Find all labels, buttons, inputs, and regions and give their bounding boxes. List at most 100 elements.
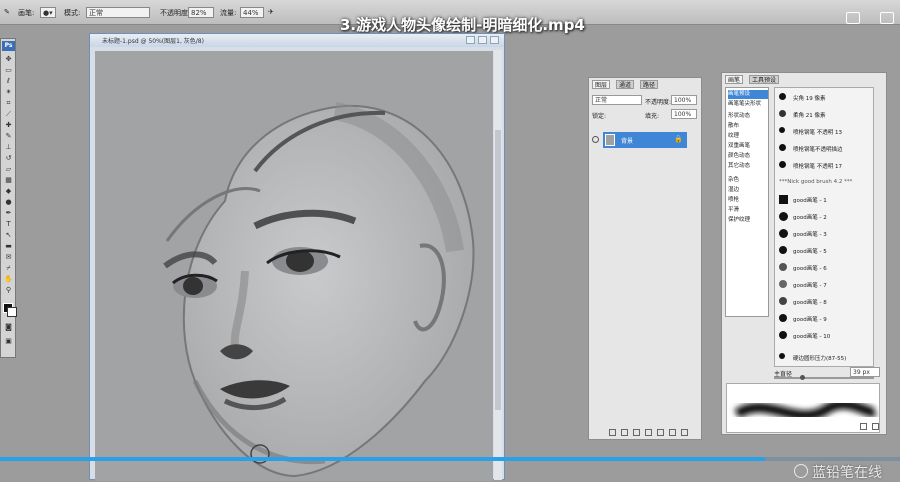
brush-setting-item[interactable]: 湿边	[728, 186, 768, 195]
layer-style-icon[interactable]	[621, 429, 628, 436]
move-tool-icon[interactable]: ✥	[4, 55, 13, 63]
brush-preset-item[interactable]: 硬边圆形压力(87-55)	[775, 350, 873, 365]
fullscreen-icon[interactable]	[880, 12, 894, 24]
diameter-slider-thumb[interactable]	[800, 375, 805, 380]
document-vertical-scrollbar[interactable]	[494, 50, 502, 480]
screen-mode-icon[interactable]: ▣	[4, 337, 13, 345]
brush-tip-icon	[779, 353, 785, 359]
link-layers-icon[interactable]	[609, 429, 616, 436]
airbrush-icon[interactable]: ✈	[268, 8, 274, 16]
brush-setting-item[interactable]: 杂色	[728, 176, 768, 185]
document-titlebar[interactable]: 未标题-1.psd @ 50%(图层1, 灰色/8)	[90, 34, 504, 47]
brush-preset-item[interactable]: good画笔 - 3	[775, 226, 873, 241]
document-title: 未标题-1.psd @ 50%(图层1, 灰色/8)	[102, 38, 204, 45]
brush-preset-item[interactable]: 喷枪钢笔 不透明 13	[775, 124, 873, 139]
blur-tool-icon[interactable]: ◆	[4, 187, 13, 195]
brush-preset-item[interactable]: 柔角 21 像素	[775, 107, 873, 122]
delete-layer-icon[interactable]	[681, 429, 688, 436]
toolbox: Ps ✥ ▭ ℓ ✶ ⌗ ⟋ ✚ ✎ ⊥ ↺ ▱ ▦ ◆ ● ✒ T ↖ ▬ ✉…	[0, 38, 17, 358]
brush-preset-item[interactable]: good画笔 - 10	[775, 328, 873, 343]
tab-channels[interactable]: 通道	[616, 80, 635, 89]
brush-preset-item[interactable]: good画笔 - 5	[775, 243, 873, 258]
brush-preset-item[interactable]: good画笔 - 8	[775, 294, 873, 309]
tab-brushes[interactable]: 画笔	[725, 75, 744, 84]
layer-opacity-label: 不透明度:	[645, 99, 672, 106]
shape-tool-icon[interactable]: ▬	[4, 242, 13, 250]
diameter-input[interactable]: 39 px	[850, 367, 880, 377]
brush-preset-item[interactable]: ***Nick good brush 4.2 ***	[775, 175, 873, 190]
brush-setting-item[interactable]: 画笔预设	[728, 90, 768, 99]
brush-setting-item[interactable]: 其它动态	[728, 162, 768, 171]
video-progress-bar[interactable]	[0, 457, 900, 461]
history-brush-tool-icon[interactable]: ↺	[4, 154, 13, 162]
brush-preset-item[interactable]: good画笔 - 2	[775, 209, 873, 224]
new-group-icon[interactable]	[657, 429, 664, 436]
slice-tool-icon[interactable]: ⟋	[4, 110, 13, 118]
fill-input[interactable]: 100%	[671, 109, 697, 119]
new-brush-icon[interactable]	[860, 423, 867, 430]
eraser-tool-icon[interactable]: ▱	[4, 165, 13, 173]
notes-tool-icon[interactable]: ✉	[4, 253, 13, 261]
mode-select[interactable]: 正常	[86, 7, 150, 18]
hand-tool-icon[interactable]: ✋	[4, 275, 13, 283]
brush-setting-item[interactable]: 保护纹理	[728, 216, 768, 225]
zoom-tool-icon[interactable]: ⚲	[4, 286, 13, 294]
tab-tool-presets[interactable]: 工具预设	[749, 75, 780, 84]
stamp-tool-icon[interactable]: ⊥	[4, 143, 13, 151]
brush-setting-item[interactable]: 平滑	[728, 206, 768, 215]
brush-setting-item[interactable]: 画笔笔尖形状	[728, 100, 768, 109]
brush-setting-item[interactable]: 颜色动态	[728, 152, 768, 161]
brush-preset-item[interactable]: 喷枪钢笔不透明描边	[775, 141, 873, 156]
type-tool-icon[interactable]: T	[4, 220, 13, 228]
ps-logo: Ps	[2, 41, 15, 51]
healing-tool-icon[interactable]: ✚	[4, 121, 13, 129]
eye-icon[interactable]	[592, 136, 599, 143]
minimize-button[interactable]	[466, 36, 475, 44]
adjustment-layer-icon[interactable]	[645, 429, 652, 436]
opacity-input[interactable]: 82%	[188, 7, 214, 18]
brush-preset-item[interactable]: 尖角 19 像素	[775, 90, 873, 105]
tab-layers[interactable]: 图层	[592, 80, 611, 89]
layer-mask-icon[interactable]	[633, 429, 640, 436]
flow-input[interactable]: 44%	[240, 7, 264, 18]
layer-opacity-input[interactable]: 100%	[671, 95, 697, 105]
blend-mode-select[interactable]: 正常	[592, 95, 642, 105]
brush-preset-item[interactable]: 喷枪钢笔 不透明 17	[775, 158, 873, 173]
lasso-tool-icon[interactable]: ℓ	[4, 77, 13, 85]
brush-preset-item[interactable]: good画笔 - 7	[775, 277, 873, 292]
magic-wand-tool-icon[interactable]: ✶	[4, 88, 13, 96]
tab-paths[interactable]: 路径	[640, 80, 659, 89]
new-layer-icon[interactable]	[669, 429, 676, 436]
brush-setting-item[interactable]: 双重画笔	[728, 142, 768, 151]
screen-icon[interactable]	[846, 12, 860, 24]
brush-tool-icon[interactable]: ✎	[4, 8, 10, 16]
brush-preset-item[interactable]: good画笔 - 1	[775, 192, 873, 207]
brush-preset-picker[interactable]: ●▾	[40, 7, 56, 18]
marquee-tool-icon[interactable]: ▭	[4, 66, 13, 74]
path-select-tool-icon[interactable]: ↖	[4, 231, 13, 239]
close-button[interactable]	[490, 36, 499, 44]
canvas[interactable]	[95, 51, 493, 481]
brush-setting-item[interactable]: 喷枪	[728, 196, 768, 205]
brush-setting-item[interactable]: 纹理	[728, 132, 768, 141]
background-color-swatch[interactable]	[7, 307, 17, 317]
brush-tip-icon	[779, 93, 786, 100]
brush-setting-item[interactable]: 形状动态	[728, 112, 768, 121]
quick-mask-icon[interactable]: ◙	[4, 323, 13, 331]
delete-brush-icon[interactable]	[872, 423, 879, 430]
gradient-tool-icon[interactable]: ▦	[4, 176, 13, 184]
scrollbar-thumb[interactable]	[495, 130, 501, 410]
brush-tool-icon[interactable]: ✎	[4, 132, 13, 140]
flow-label: 流量:	[220, 9, 237, 17]
diameter-slider[interactable]	[774, 377, 874, 379]
brush-preset-item[interactable]: good画笔 - 9	[775, 311, 873, 326]
layer-row[interactable]: 背景 🔒	[603, 132, 687, 148]
eyedropper-tool-icon[interactable]: ⌿	[4, 264, 13, 272]
brush-preset-item[interactable]: good画笔 - 6	[775, 260, 873, 275]
maximize-button[interactable]	[478, 36, 487, 44]
brush-tip-icon	[779, 161, 786, 168]
crop-tool-icon[interactable]: ⌗	[4, 99, 13, 107]
pen-tool-icon[interactable]: ✒	[4, 209, 13, 217]
dodge-tool-icon[interactable]: ●	[4, 198, 13, 206]
brush-setting-item[interactable]: 散布	[728, 122, 768, 131]
